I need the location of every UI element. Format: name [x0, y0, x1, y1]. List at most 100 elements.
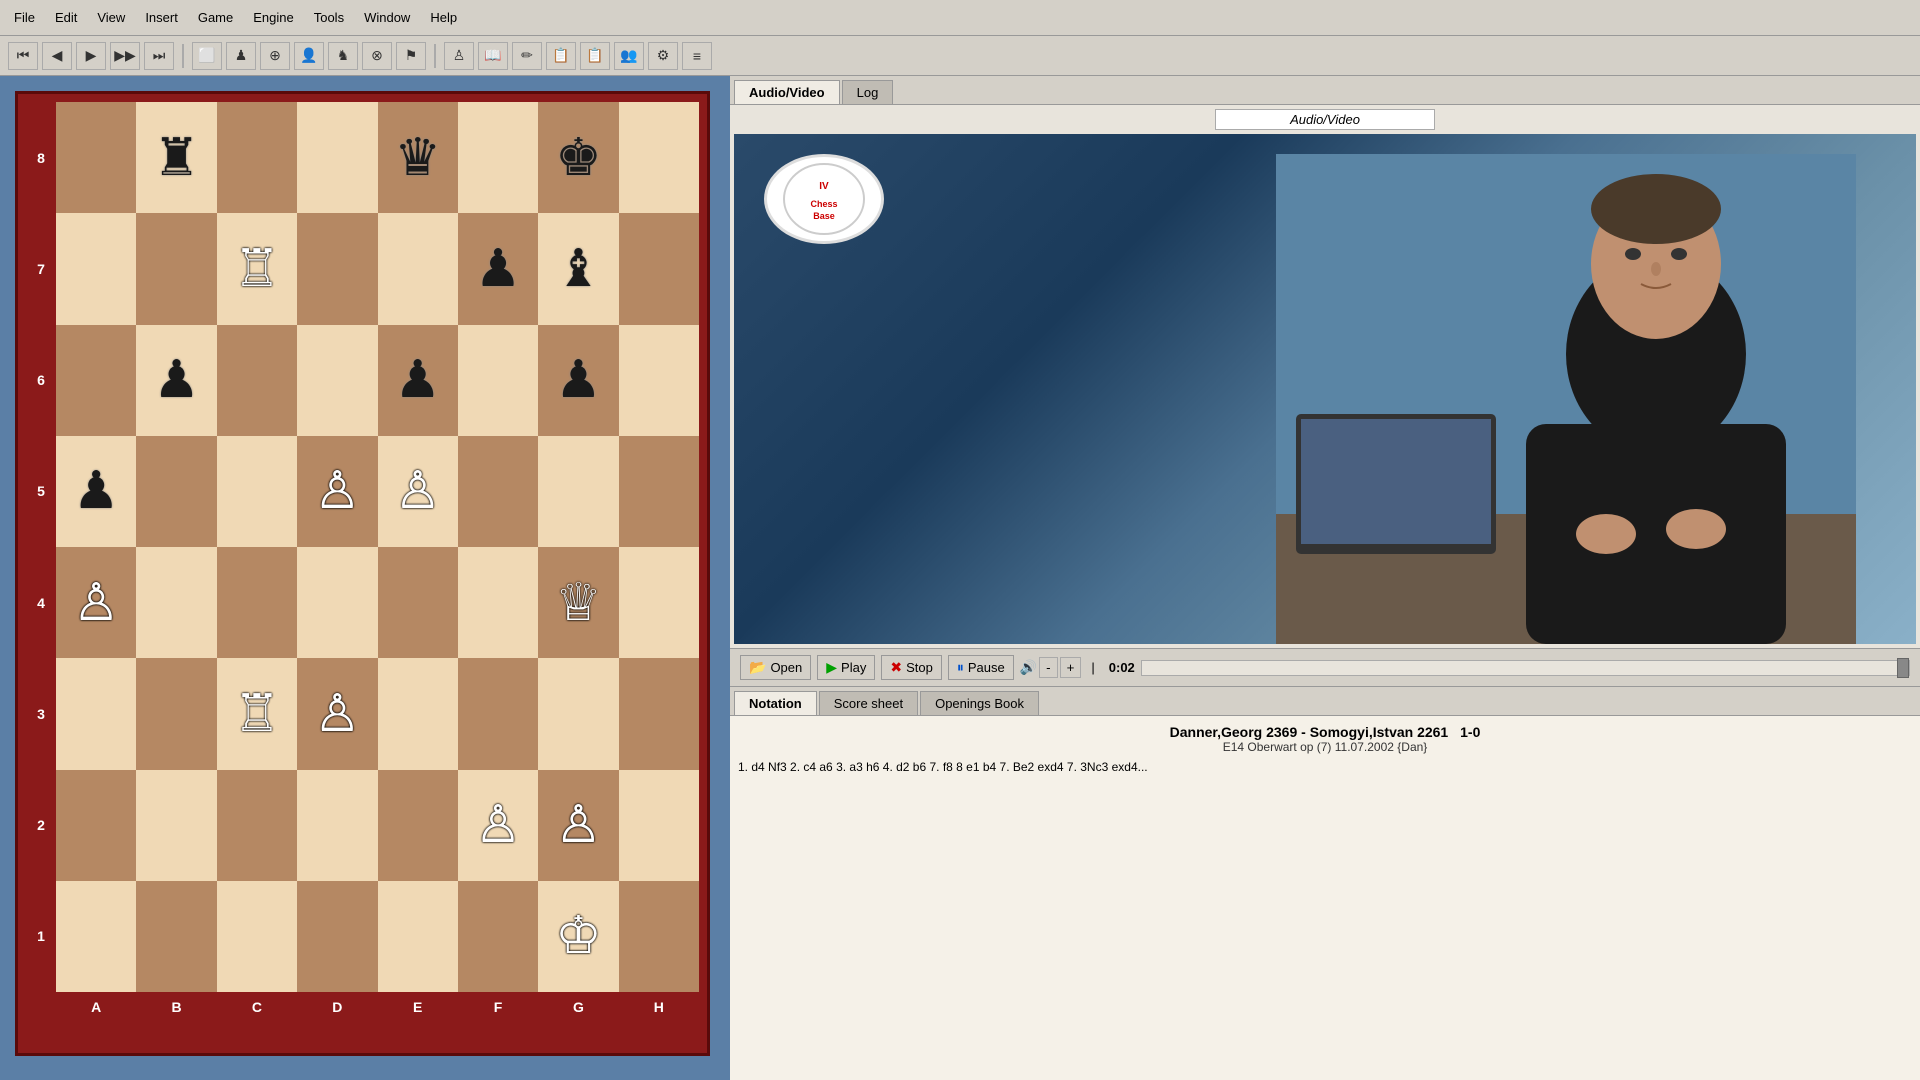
profile-button[interactable]: 👥 — [614, 42, 644, 70]
square-e7[interactable] — [378, 213, 458, 324]
square-d6[interactable] — [297, 325, 377, 436]
edit-tool-button[interactable]: ✏ — [512, 42, 542, 70]
square-f7[interactable]: ♟ — [458, 213, 538, 324]
square-b1[interactable] — [136, 881, 216, 992]
square-d8[interactable] — [297, 102, 377, 213]
square-d3[interactable]: ♙ — [297, 658, 377, 769]
menu-view[interactable]: View — [87, 6, 135, 29]
square-e3[interactable] — [378, 658, 458, 769]
square-g5[interactable] — [538, 436, 618, 547]
square-b5[interactable] — [136, 436, 216, 547]
settings-button[interactable]: ⚙ — [648, 42, 678, 70]
square-h5[interactable] — [619, 436, 699, 547]
square-a6[interactable] — [56, 325, 136, 436]
menu-button[interactable]: ≡ — [682, 42, 712, 70]
open-button[interactable]: 📂 Open — [740, 655, 811, 680]
square-f1[interactable] — [458, 881, 538, 992]
online-button[interactable]: ⊗ — [362, 42, 392, 70]
square-f6[interactable] — [458, 325, 538, 436]
square-b3[interactable] — [136, 658, 216, 769]
square-e2[interactable] — [378, 770, 458, 881]
square-f4[interactable] — [458, 547, 538, 658]
square-c1[interactable] — [217, 881, 297, 992]
menu-file[interactable]: File — [4, 6, 45, 29]
pause-button[interactable]: ⏸ Pause — [948, 655, 1014, 680]
square-f8[interactable] — [458, 102, 538, 213]
square-e8[interactable]: ♛ — [378, 102, 458, 213]
players-button[interactable]: 👤 — [294, 42, 324, 70]
engine-button[interactable]: ♟ — [226, 42, 256, 70]
tab-audio-video[interactable]: Audio/Video — [734, 80, 840, 104]
square-g6[interactable]: ♟ — [538, 325, 618, 436]
menu-window[interactable]: Window — [354, 6, 420, 29]
horses-button[interactable]: ♞ — [328, 42, 358, 70]
square-f2[interactable]: ♙ — [458, 770, 538, 881]
square-g4[interactable]: ♕ — [538, 547, 618, 658]
menu-edit[interactable]: Edit — [45, 6, 87, 29]
square-g7[interactable]: ♝ — [538, 213, 618, 324]
menu-help[interactable]: Help — [420, 6, 467, 29]
square-c3[interactable]: ♖ — [217, 658, 297, 769]
square-d1[interactable] — [297, 881, 377, 992]
square-c4[interactable] — [217, 547, 297, 658]
square-a7[interactable] — [56, 213, 136, 324]
openings-button[interactable]: 📖 — [478, 42, 508, 70]
square-h1[interactable] — [619, 881, 699, 992]
square-f5[interactable] — [458, 436, 538, 547]
square-g3[interactable] — [538, 658, 618, 769]
square-g1[interactable]: ♔ — [538, 881, 618, 992]
progress-thumb[interactable] — [1897, 658, 1909, 678]
vol-minus-button[interactable]: - — [1039, 657, 1057, 678]
go-back-button[interactable]: ◀ — [42, 42, 72, 70]
square-h6[interactable] — [619, 325, 699, 436]
menu-game[interactable]: Game — [188, 6, 243, 29]
square-d7[interactable] — [297, 213, 377, 324]
square-h2[interactable] — [619, 770, 699, 881]
clipboard1-button[interactable]: 📋 — [546, 42, 576, 70]
go-end-button[interactable]: ⏭ — [144, 42, 174, 70]
square-h8[interactable] — [619, 102, 699, 213]
square-e6[interactable]: ♟ — [378, 325, 458, 436]
square-b6[interactable]: ♟ — [136, 325, 216, 436]
square-c2[interactable] — [217, 770, 297, 881]
menu-insert[interactable]: Insert — [135, 6, 188, 29]
square-a3[interactable] — [56, 658, 136, 769]
square-e5[interactable]: ♙ — [378, 436, 458, 547]
square-b4[interactable] — [136, 547, 216, 658]
square-a5[interactable]: ♟ — [56, 436, 136, 547]
square-g2[interactable]: ♙ — [538, 770, 618, 881]
clipboard2-button[interactable]: 📋 — [580, 42, 610, 70]
tab-openings-book[interactable]: Openings Book — [920, 691, 1039, 715]
square-b2[interactable] — [136, 770, 216, 881]
menu-tools[interactable]: Tools — [304, 6, 354, 29]
tab-score-sheet[interactable]: Score sheet — [819, 691, 918, 715]
tab-notation[interactable]: Notation — [734, 691, 817, 715]
square-h3[interactable] — [619, 658, 699, 769]
progress-bar[interactable] — [1141, 660, 1910, 676]
square-b7[interactable] — [136, 213, 216, 324]
square-c5[interactable] — [217, 436, 297, 547]
go-start-button[interactable]: ⏮ — [8, 42, 38, 70]
square-h4[interactable] — [619, 547, 699, 658]
square-a4[interactable]: ♙ — [56, 547, 136, 658]
square-g8[interactable]: ♚ — [538, 102, 618, 213]
square-f3[interactable] — [458, 658, 538, 769]
go-forward-button[interactable]: ▶▶ — [110, 42, 140, 70]
flag-button[interactable]: ⚑ — [396, 42, 426, 70]
options-button[interactable]: ⊕ — [260, 42, 290, 70]
go-forward-alt-button[interactable]: ▶ — [76, 42, 106, 70]
vol-plus-button[interactable]: + — [1060, 657, 1082, 678]
stop-button[interactable]: ✖ Stop — [881, 655, 941, 680]
square-d4[interactable] — [297, 547, 377, 658]
square-d5[interactable]: ♙ — [297, 436, 377, 547]
menu-engine[interactable]: Engine — [243, 6, 303, 29]
new-board-button[interactable]: ⬜ — [192, 42, 222, 70]
square-a2[interactable] — [56, 770, 136, 881]
square-c7[interactable]: ♖ — [217, 213, 297, 324]
play-button[interactable]: ▶ Play — [817, 655, 875, 680]
square-a8[interactable] — [56, 102, 136, 213]
square-e4[interactable] — [378, 547, 458, 658]
square-d2[interactable] — [297, 770, 377, 881]
themes-button[interactable]: ♙ — [444, 42, 474, 70]
square-h7[interactable] — [619, 213, 699, 324]
